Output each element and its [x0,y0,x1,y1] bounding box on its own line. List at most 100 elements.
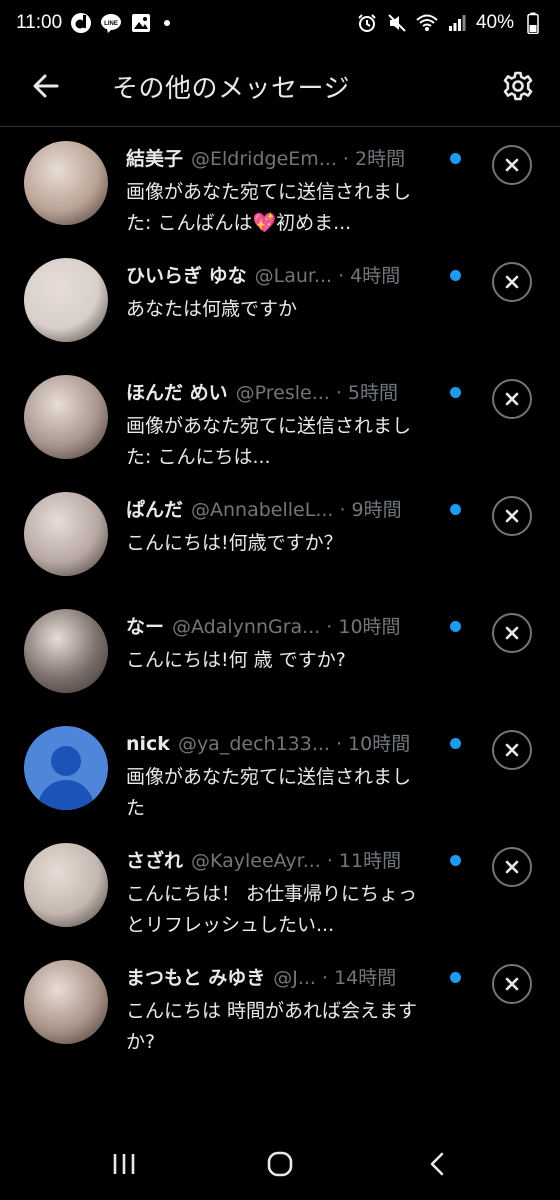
svg-text:LINE: LINE [104,21,118,27]
person-icon-body [38,780,94,810]
battery-icon [522,12,544,34]
avatar[interactable] [24,375,108,459]
message-body: さざれ @KayleeAyr... · 11時間こんにちは！ お仕事帰りにちょっとリ… [126,847,466,941]
avatar[interactable] [24,258,108,342]
message-time: · 10時間 [335,733,411,755]
sender-name: 結美子 [126,148,184,170]
home-button[interactable] [256,1144,304,1184]
message-row[interactable]: なー @AdalynnGra... · 10時間こんにちは!何 歳 ですか? [0,595,560,712]
message-body: nick @ya_dech133... · 10時間 画像があなた宛てに送信されました [126,730,466,824]
back-button[interactable] [24,64,68,108]
message-header: まつもと みゆき @J... · 14時間 [126,964,466,992]
unread-indicator [450,270,461,281]
sender-handle: @Laur... [254,265,333,287]
avatar[interactable] [24,141,108,225]
dismiss-button[interactable] [492,496,532,536]
settings-button[interactable] [496,64,540,108]
recent-apps-button[interactable] [100,1144,148,1184]
message-header: ひいらぎ ゆな @Laur... · 4時間 [126,262,466,290]
message-time: · 10時間 [326,616,401,638]
message-preview: 画像があなた宛てに送信されました: こんばんは💖初めま... [126,181,412,234]
message-row[interactable]: まつもと みゆき @J... · 14時間こんにちは 時間があれば会えますか? [0,946,560,1063]
d-app-icon [70,12,92,34]
avatar[interactable] [24,492,108,576]
sender-name: ほんだ めい [126,382,228,404]
mute-icon [386,12,408,34]
sender-handle: @EldridgeEm... [191,148,337,170]
unread-indicator [450,387,461,398]
sender-name: まつもと みゆき [126,967,266,989]
avatar[interactable] [24,960,108,1044]
status-right: 40% [356,12,544,34]
close-icon [505,275,519,289]
unread-indicator [450,621,461,632]
dismiss-button[interactable] [492,964,532,1004]
unread-indicator [450,972,461,983]
message-header: nick @ya_dech133... · 10時間 [126,730,466,758]
message-row[interactable]: ぱんだ @AnnabelleL... · 9時間 こんにちは!何歳ですか？ [0,478,560,595]
message-preview: こんにちは 時間があれば会えますか? [126,1000,418,1053]
dismiss-button[interactable] [492,262,532,302]
wifi-icon [416,12,438,34]
sender-name: なー [126,616,165,638]
recent-apps-icon [113,1154,135,1174]
message-row[interactable]: さざれ @KayleeAyr... · 11時間こんにちは！ お仕事帰りにちょっとリ… [0,829,560,946]
status-left: 11:00 LINE [16,12,171,34]
message-row[interactable]: 結美子 @EldridgeEm... · 2時間画像があなた宛てに送信されました: … [0,127,560,244]
default-avatar[interactable] [24,726,108,810]
sender-name: nick [126,733,170,755]
close-icon [505,626,519,640]
sender-name: さざれ [126,850,184,872]
message-body: まつもと みゆき @J... · 14時間こんにちは 時間があれば会えますか? [126,964,466,1058]
system-nav-bar [0,1130,560,1200]
message-time: · 11時間 [326,850,402,872]
message-time: · 9時間 [339,499,402,521]
signal-icon [446,12,468,34]
message-body: ほんだ めい @Presle... · 5時間画像があなた宛てに送信されました: こ… [126,379,466,473]
close-icon [505,977,519,991]
message-body: ひいらぎ ゆな @Laur... · 4時間 あなたは何歳ですか [126,262,466,325]
status-time: 11:00 [16,12,63,33]
close-icon [505,509,519,523]
avatar[interactable] [24,843,108,927]
message-preview: こんにちは!何 歳 ですか? [126,649,346,671]
message-header: さざれ @KayleeAyr... · 11時間 [126,847,466,875]
message-row[interactable]: ひいらぎ ゆな @Laur... · 4時間 あなたは何歳ですか [0,244,560,361]
avatar[interactable] [24,609,108,693]
unread-indicator [450,855,461,866]
dismiss-button[interactable] [492,730,532,770]
sender-handle: @Presle... [235,382,330,404]
message-body: なー @AdalynnGra... · 10時間こんにちは!何 歳 ですか? [126,613,466,676]
message-preview: こんにちは！ お仕事帰りにちょっとリフレッシュしたい... [126,883,418,936]
message-time: · 14時間 [321,967,397,989]
dismiss-button[interactable] [492,145,532,185]
sender-handle: @KayleeAyr... [191,850,321,872]
notification-dot [164,20,171,26]
gallery-icon [130,12,152,34]
line-icon: LINE [100,12,122,34]
message-time: · 2時間 [342,148,406,170]
message-time: · 5時間 [335,382,398,404]
message-header: なー @AdalynnGra... · 10時間 [126,613,466,641]
message-preview: 画像があなた宛てに送信されました: こんにちは... [126,415,412,468]
unread-indicator [450,504,461,515]
dismiss-button[interactable] [492,847,532,887]
sender-handle: @J... [273,967,316,989]
dismiss-button[interactable] [492,613,532,653]
sender-handle: @AnnabelleL... [191,499,334,521]
message-row[interactable]: ほんだ めい @Presle... · 5時間画像があなた宛てに送信されました: こ… [0,361,560,478]
dismiss-button[interactable] [492,379,532,419]
alarm-icon [356,12,378,34]
message-list: 結美子 @EldridgeEm... · 2時間画像があなた宛てに送信されました: … [0,127,560,1063]
person-icon [51,746,81,776]
message-row[interactable]: nick @ya_dech133... · 10時間 画像があなた宛てに送信されました [0,712,560,829]
close-icon [505,860,519,874]
unread-indicator [450,738,461,749]
system-back-button[interactable] [414,1144,462,1184]
unread-indicator [450,153,461,164]
header: その他のメッセージ [0,50,560,127]
home-icon [267,1151,293,1177]
sender-name: ぱんだ [126,499,184,521]
sender-handle: @AdalynnGra... [172,616,321,638]
message-body: 結美子 @EldridgeEm... · 2時間画像があなた宛てに送信されました: … [126,145,466,239]
